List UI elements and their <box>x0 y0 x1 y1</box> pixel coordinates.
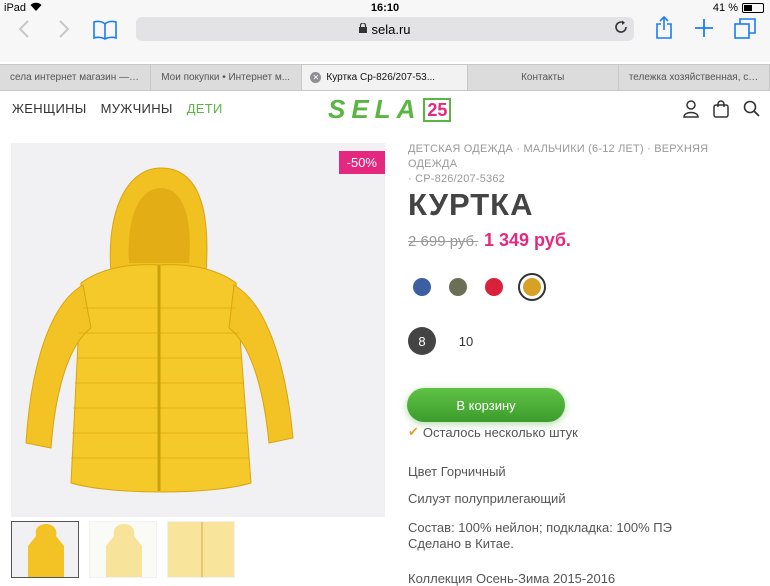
tab-contacts[interactable]: Контакты <box>468 65 619 90</box>
color-swatch-mustard[interactable] <box>518 273 546 301</box>
color-swatches <box>410 273 546 301</box>
product-title: КУРТКА <box>408 187 534 222</box>
sale-price: 1 349 руб. <box>484 230 571 250</box>
address-bar[interactable]: sela.ru <box>136 17 634 41</box>
stock-status: ✔ Осталось несколько штук <box>408 424 578 440</box>
nav-kids[interactable]: ДЕТИ <box>187 101 223 116</box>
cart-bag-icon[interactable] <box>713 100 729 123</box>
breadcrumb: ДЕТСКАЯ ОДЕЖДА · МАЛЬЧИКИ (6-12 ЛЕТ) · В… <box>408 143 709 185</box>
thumbnail-back[interactable] <box>89 521 157 578</box>
clock: 16:10 <box>370 2 400 14</box>
battery-percent: 41 % <box>712 2 738 14</box>
bookmarks-icon[interactable] <box>93 20 117 44</box>
size-option-8[interactable]: 8 <box>408 327 436 355</box>
silhouette-info: Силуэт полуприлегающий <box>408 491 566 506</box>
product-main-image[interactable]: -50% <box>11 143 385 517</box>
old-price: 2 699 руб. <box>408 233 479 250</box>
color-swatch-blue[interactable] <box>410 275 434 299</box>
image-thumbnails <box>11 521 235 578</box>
back-arrow-icon[interactable] <box>18 19 30 43</box>
close-tab-icon[interactable]: ✕ <box>310 72 322 83</box>
site-logo[interactable]: SELA 25 <box>328 94 452 125</box>
logo-anniversary: 25 <box>423 97 452 122</box>
check-icon: ✔ <box>408 424 419 439</box>
user-icon[interactable] <box>683 100 699 123</box>
color-info: Цвет Горчичный <box>408 464 506 479</box>
tab-jacket[interactable]: ✕ Куртка Ср-826/207-53... <box>302 65 468 90</box>
lock-icon <box>359 21 368 36</box>
search-icon[interactable] <box>743 100 760 123</box>
composition-info: Состав: 100% нейлон; подкладка: 100% ПЭ <box>408 520 672 535</box>
breadcrumb-item-current: СР-826/207-5362 <box>415 173 505 185</box>
size-selector: 8 10 <box>408 327 480 355</box>
tab-jacket-label: Куртка Ср-826/207-53... <box>326 72 436 83</box>
url-text: sela.ru <box>371 21 411 37</box>
status-bar: iPad 16:10 41 % <box>0 0 770 16</box>
sale-badge: -50% <box>338 151 385 174</box>
thumbnail-front[interactable] <box>11 521 79 578</box>
made-in-info: Сделано в Китае. <box>408 536 514 551</box>
stock-text: Осталось несколько штук <box>422 424 578 440</box>
main-nav: ЖЕНЩИНЫ МУЖЧИНЫ ДЕТИ <box>12 101 223 116</box>
tab-trolley[interactable]: тележка хозяйственная, ск... <box>619 65 770 90</box>
collection-info: Коллекция Осень-Зима 2015-2016 <box>408 571 616 586</box>
logo-word: SELA <box>328 94 422 124</box>
battery-icon <box>742 3 764 13</box>
color-swatch-olive[interactable] <box>446 275 470 299</box>
tab-my-purchases[interactable]: Мои покупки • Интернет м... <box>151 65 303 90</box>
nav-men[interactable]: МУЖЧИНЫ <box>101 101 173 116</box>
tabs-overview-icon[interactable] <box>734 18 756 44</box>
jacket-illustration <box>25 167 294 493</box>
breadcrumb-item[interactable]: МАЛЬЧИКИ (6-12 ЛЕТ) <box>523 143 643 155</box>
size-option-10[interactable]: 10 <box>452 327 480 355</box>
nav-women[interactable]: ЖЕНЩИНЫ <box>12 101 87 116</box>
breadcrumb-item[interactable]: ДЕТСКАЯ ОДЕЖДА <box>408 143 513 155</box>
add-to-cart-button[interactable]: В корзину <box>407 388 565 422</box>
reload-icon[interactable] <box>614 20 628 38</box>
tab-sela-search[interactable]: села интернет магазин — Я... <box>0 65 152 90</box>
header-icons <box>683 100 760 123</box>
color-swatch-red[interactable] <box>482 275 506 299</box>
browser-toolbar: sela.ru <box>0 15 770 62</box>
forward-arrow-icon[interactable] <box>58 19 70 43</box>
thumbnail-detail[interactable] <box>167 521 235 578</box>
site-header: ЖЕНЩИНЫ МУЖЧИНЫ ДЕТИ SELA 25 <box>0 92 770 128</box>
share-icon[interactable] <box>655 15 673 44</box>
new-tab-plus-icon[interactable] <box>694 18 714 42</box>
tab-strip: села интернет магазин — Я... Мои покупки… <box>0 64 770 91</box>
